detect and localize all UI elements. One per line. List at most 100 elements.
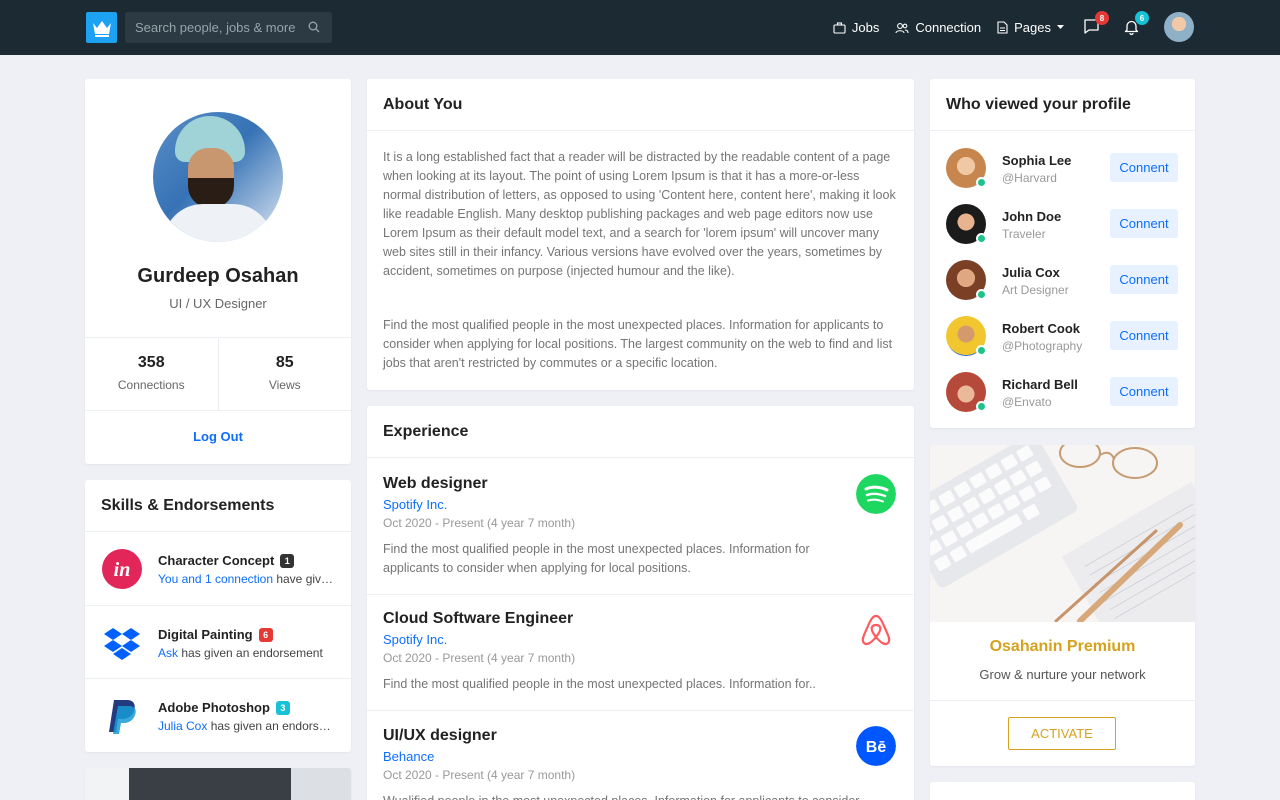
crown-logo-icon[interactable]: [86, 12, 117, 43]
endorsement-text: have given an endorsement: [276, 572, 336, 586]
profile-stats: 358 Connections 85 Views: [85, 337, 351, 411]
job-dates: Oct 2020 - Present (4 year 7 month): [383, 768, 576, 782]
endorser-link[interactable]: You and 1 connection: [158, 572, 273, 586]
about-card: About You It is a long established fact …: [367, 79, 914, 390]
connect-button[interactable]: Connent: [1110, 321, 1178, 350]
online-status-dot: [976, 177, 987, 188]
search-icon[interactable]: [308, 21, 320, 33]
search-box: [125, 12, 332, 43]
nav-link-label: Connection: [915, 20, 982, 35]
connections-stat[interactable]: 358 Connections: [85, 338, 218, 410]
profile-role: UI / UX Designer: [169, 296, 267, 311]
notifications-count-badge: 6: [1135, 11, 1149, 25]
viewer-item: Julia Cox Art Designer Connent: [930, 260, 1195, 316]
promo-image-card: [85, 768, 351, 800]
connect-button[interactable]: Connent: [1110, 153, 1178, 182]
job-dates: Oct 2020 - Present (4 year 7 month): [383, 651, 576, 665]
endorsement-text: has given an endorsement: [210, 719, 336, 733]
behance-logo-icon: Bē: [856, 726, 896, 766]
about-paragraph: Find the most qualified people in the mo…: [383, 318, 893, 370]
file-icon: [997, 21, 1008, 34]
activate-button[interactable]: ACTIVATE: [1008, 717, 1116, 750]
views-label: Views: [268, 378, 301, 392]
job-title: UI/UX designer: [383, 727, 497, 744]
viewer-name[interactable]: Robert Cook: [1002, 321, 1080, 336]
nav-link-jobs[interactable]: Jobs: [833, 20, 879, 35]
job-dates: Oct 2020 - Present (4 year 7 month): [383, 516, 576, 530]
caret-down-icon: [1057, 25, 1064, 29]
company-link[interactable]: Behance: [383, 749, 434, 764]
job-description: Wualified people in the most unexpected …: [383, 792, 863, 800]
connect-button[interactable]: Connent: [1110, 265, 1178, 294]
viewer-name[interactable]: Richard Bell: [1002, 377, 1078, 392]
extra-card: [930, 782, 1195, 800]
nav-link-pages[interactable]: Pages: [997, 20, 1064, 35]
skill-count-badge: 6: [258, 627, 273, 642]
skill-name: Digital Painting: [158, 627, 253, 642]
messages-button[interactable]: 8: [1083, 11, 1109, 36]
skill-endorsement: Ask has given an endorsement: [158, 646, 336, 660]
views-stat[interactable]: 85 Views: [217, 338, 352, 410]
logout-link[interactable]: Log Out: [85, 429, 351, 444]
briefcase-icon: [833, 21, 846, 34]
laptop-image: [129, 768, 291, 800]
company-link[interactable]: Spotify Inc.: [383, 497, 447, 512]
profile-name: Gurdeep Osahan: [137, 265, 299, 287]
skill-item[interactable]: Adobe Photoshop 3 Julia Cox has given an …: [85, 678, 351, 751]
profile-photo: [153, 112, 283, 242]
notifications-button[interactable]: 6: [1123, 11, 1149, 36]
about-title: About You: [367, 79, 914, 131]
airbnb-logo-icon: [861, 614, 891, 646]
premium-image: [930, 445, 1195, 622]
nav-link-label: Pages: [1014, 20, 1051, 35]
online-status-dot: [976, 289, 987, 300]
viewer-item: Sophia Lee @Harvard Connent: [930, 148, 1195, 204]
skill-count-badge: 3: [275, 700, 290, 715]
about-paragraph: It is a long established fact that a rea…: [383, 150, 896, 278]
views-count: 85: [275, 354, 294, 371]
viewer-name[interactable]: John Doe: [1002, 209, 1061, 224]
nav-links: Jobs Connection Pages: [833, 0, 1064, 55]
profile-card: Gurdeep Osahan UI / UX Designer 358 Conn…: [85, 79, 351, 464]
skill-item[interactable]: in Character Concept 1 You and 1 connecti…: [85, 532, 351, 605]
skill-name: Adobe Photoshop: [158, 700, 270, 715]
paypal-logo-icon: [109, 700, 136, 734]
skills-card: Skills & Endorsements in Character Conce…: [85, 480, 351, 752]
experience-item[interactable]: Cloud Software Engineer Spotify Inc. Oct…: [367, 594, 913, 710]
nav-link-connection[interactable]: Connection: [895, 20, 981, 35]
job-description: Find the most qualified people in the mo…: [383, 677, 816, 691]
viewer-subtitle: @Photography: [1002, 339, 1083, 353]
viewer-subtitle: Traveler: [1002, 227, 1046, 241]
experience-item[interactable]: UI/UX designer Behance Oct 2020 - Presen…: [367, 710, 913, 800]
dropbox-logo-icon: [104, 628, 140, 660]
viewer-subtitle: Art Designer: [1002, 283, 1069, 297]
skill-count-badge: 1: [280, 553, 295, 568]
skill-name: Character Concept: [158, 553, 275, 568]
messages-count-badge: 8: [1095, 11, 1109, 25]
experience-item[interactable]: Web designer Spotify Inc. Oct 2020 - Pre…: [367, 458, 913, 594]
user-avatar[interactable]: [1164, 12, 1194, 42]
skill-endorsement: Julia Cox has given an endorsement: [158, 719, 336, 733]
experience-card: Experience Web designer Spotify Inc. Oct…: [367, 406, 914, 800]
search-input[interactable]: [135, 20, 295, 35]
online-status-dot: [976, 233, 987, 244]
company-link[interactable]: Spotify Inc.: [383, 632, 447, 647]
svg-text:in: in: [114, 559, 131, 581]
premium-subtitle: Grow & nurture your network: [979, 667, 1146, 682]
divider: [930, 700, 1195, 701]
connect-button[interactable]: Connent: [1110, 377, 1178, 406]
users-icon: [895, 22, 909, 33]
top-navbar: Jobs Connection Pages 8 6: [0, 0, 1280, 55]
connections-count: 358: [137, 354, 165, 371]
endorser-link[interactable]: Julia Cox: [158, 719, 207, 733]
viewer-name[interactable]: Julia Cox: [1002, 265, 1060, 280]
viewer-name[interactable]: Sophia Lee: [1002, 153, 1071, 168]
experience-title: Experience: [367, 406, 914, 458]
online-status-dot: [976, 345, 987, 356]
connect-button[interactable]: Connent: [1110, 209, 1178, 238]
online-status-dot: [976, 401, 987, 412]
endorser-link[interactable]: Ask: [158, 646, 178, 660]
connections-label: Connections: [117, 378, 185, 392]
viewer-item: Richard Bell @Envato Connent: [930, 372, 1195, 428]
skill-item[interactable]: Digital Painting 6 Ask has given an endor…: [85, 605, 351, 678]
